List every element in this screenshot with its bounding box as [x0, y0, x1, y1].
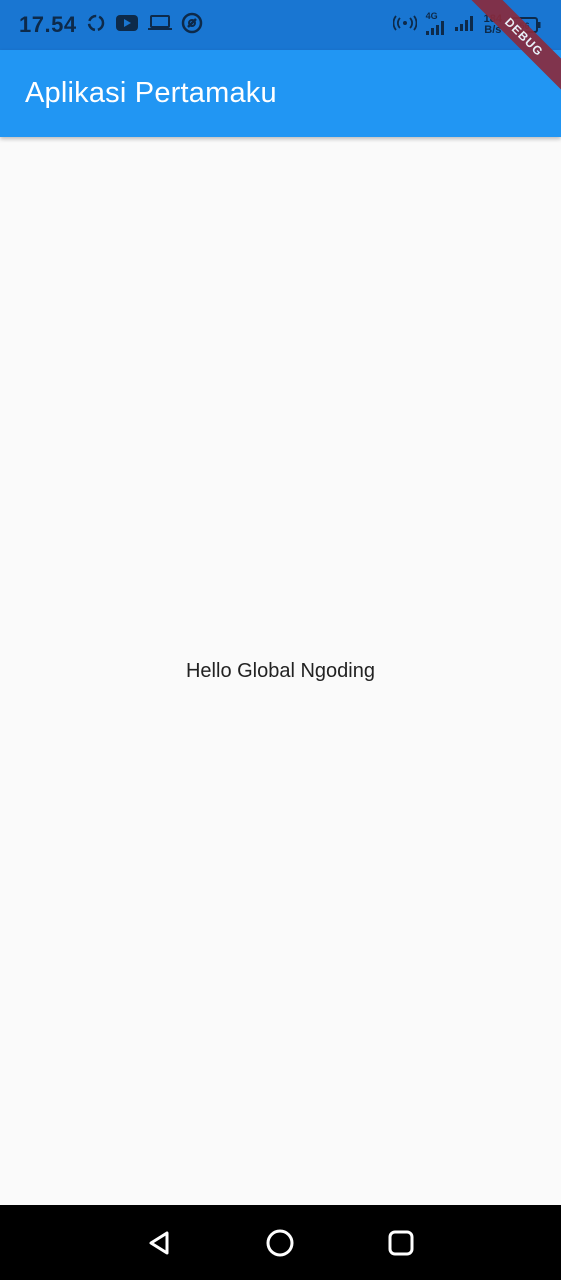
phone-screen: 17.54 4G B/s DEBUG Aplikasi Pertamaku He…	[0, 0, 561, 1280]
nav-recents-button[interactable]	[381, 1223, 421, 1263]
sync-icon	[86, 13, 106, 38]
body-center: Hello Global Ngoding	[0, 137, 561, 1205]
status-bar: 17.54 4G B/s	[0, 0, 561, 50]
hotspot-icon	[392, 14, 418, 36]
status-time: 17.54	[19, 12, 77, 37]
back-triangle-icon	[149, 1231, 169, 1254]
network-generation: 4G	[425, 10, 438, 21]
recents-square-icon	[388, 1230, 414, 1255]
laptop-icon	[147, 14, 172, 37]
signal-icon	[425, 20, 446, 40]
signal-icon	[454, 15, 475, 36]
youtube-icon	[115, 14, 139, 37]
app-bar: Aplikasi Pertamaku	[0, 50, 561, 137]
app-title: Aplikasi Pertamaku	[25, 77, 277, 109]
nav-home-button[interactable]	[260, 1223, 300, 1263]
hello-text: Hello Global Ngoding	[185, 659, 375, 682]
status-left: 17.54	[19, 12, 203, 39]
home-circle-icon	[266, 1229, 294, 1256]
navigation-bar	[0, 1205, 561, 1280]
signal-4g: 4G	[425, 10, 446, 40]
vpn-icon	[181, 12, 203, 39]
nav-back-button[interactable]	[140, 1223, 180, 1263]
